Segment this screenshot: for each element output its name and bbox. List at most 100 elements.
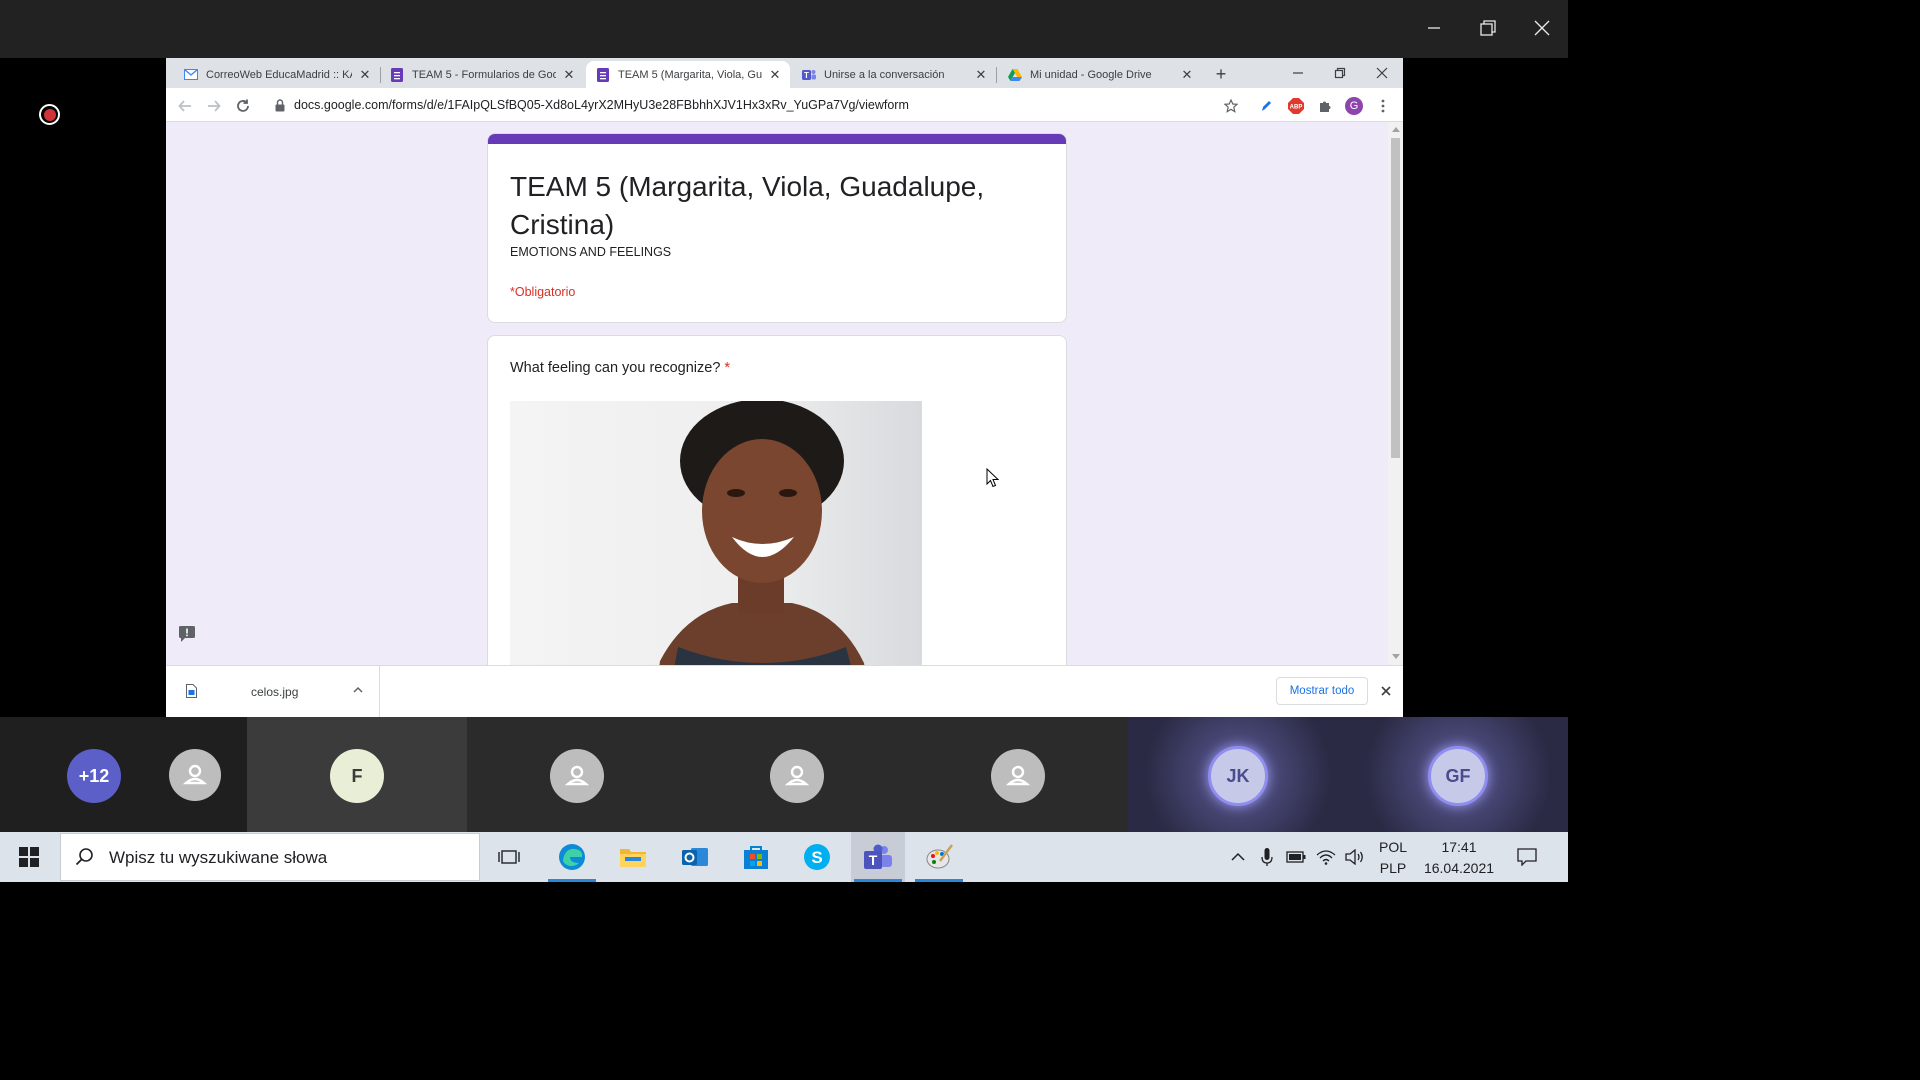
edge-icon[interactable]: [545, 832, 599, 882]
store-icon[interactable]: [729, 832, 783, 882]
tab-teams-join[interactable]: T Unirse a la conversación ✕: [792, 61, 996, 88]
minimize-icon[interactable]: [1284, 61, 1312, 85]
form-accent-bar: [488, 134, 1066, 144]
participant-tile[interactable]: GF: [1348, 717, 1568, 832]
participant-tile[interactable]: JK: [1128, 717, 1348, 832]
drive-icon: [1008, 68, 1022, 82]
keyboard-layout[interactable]: PLP: [1373, 860, 1413, 876]
avatar: [770, 749, 824, 803]
svg-text:T: T: [869, 852, 878, 868]
gmail-icon: [184, 68, 198, 82]
person-icon: [182, 764, 208, 785]
active-indicator: [854, 879, 902, 882]
chevron-up-icon[interactable]: [1228, 847, 1248, 867]
menu-kebab-icon[interactable]: [1373, 96, 1393, 116]
browser-toolbar: docs.google.com/forms/d/e/1FAIpQLSfBQ05-…: [166, 88, 1403, 122]
tab-correoweb[interactable]: CorreoWeb EducaMadrid :: KA ✕: [174, 61, 380, 88]
forms-icon: [596, 67, 610, 82]
restore-icon[interactable]: [1326, 61, 1354, 85]
pen-extension-icon[interactable]: [1256, 96, 1276, 116]
tab-title: Unirse a la conversación: [824, 68, 945, 81]
skype-icon[interactable]: S: [790, 832, 844, 882]
back-icon[interactable]: [174, 95, 196, 117]
paint-icon[interactable]: [912, 832, 966, 882]
person-icon: [564, 765, 590, 786]
tab-title: Mi unidad - Google Drive: [1030, 68, 1152, 81]
close-icon[interactable]: ✕: [1180, 67, 1194, 82]
download-item[interactable]: celos.jpg: [166, 666, 380, 717]
outlook-icon[interactable]: [668, 832, 722, 882]
file-icon: [186, 684, 197, 698]
recording-icon: [39, 104, 60, 125]
tab-google-drive[interactable]: Mi unidad - Google Drive ✕: [998, 61, 1202, 88]
new-tab-button[interactable]: +: [1211, 64, 1231, 84]
participant-tile[interactable]: +12: [0, 717, 247, 832]
windows-start-icon[interactable]: [6, 832, 52, 882]
address-bar[interactable]: docs.google.com/forms/d/e/1FAIpQLSfBQ05-…: [294, 98, 909, 112]
chevron-up-icon[interactable]: [352, 684, 364, 696]
tab-title: TEAM 5 - Formularios de Goog: [412, 68, 556, 81]
close-icon[interactable]: ✕: [358, 67, 372, 82]
participant-strip: +12 F JK GF: [0, 717, 1568, 832]
adblock-icon[interactable]: ABP: [1286, 96, 1306, 116]
forward-icon[interactable]: [203, 95, 225, 117]
avatar-initials: JK: [1226, 765, 1250, 786]
tab-divider: [996, 67, 997, 83]
reload-icon[interactable]: [232, 95, 254, 117]
task-view-icon[interactable]: [482, 832, 536, 882]
close-icon[interactable]: ✕: [974, 67, 988, 82]
overflow-avatar[interactable]: +12: [67, 749, 121, 803]
vertical-scrollbar[interactable]: [1388, 122, 1403, 665]
page-viewport: TEAM 5 (Margarita, Viola, Guadalupe, Cri…: [166, 122, 1388, 665]
form-title: TEAM 5 (Margarita, Viola, Guadalupe, Cri…: [510, 171, 985, 240]
profile-initial: G: [1349, 100, 1359, 112]
tab-team5-form[interactable]: TEAM 5 (Margarita, Viola, Gua ✕: [586, 61, 790, 88]
avatar-initials: F: [351, 765, 363, 786]
close-icon[interactable]: [1378, 683, 1394, 699]
taskbar-search-input[interactable]: Wpisz tu wyszukiwane słowa: [60, 833, 480, 881]
form-description: EMOTIONS AND FEELINGS: [510, 245, 672, 259]
participant-tile[interactable]: F: [247, 717, 467, 832]
question-card: What feeling can you recognize? *: [487, 335, 1067, 665]
avatar: [169, 749, 221, 801]
volume-icon[interactable]: [1345, 847, 1365, 867]
input-language[interactable]: POL: [1373, 839, 1413, 855]
meeting-top-bar: [0, 0, 1568, 58]
participant-tile[interactable]: [467, 717, 687, 832]
avatar: [550, 749, 604, 803]
restore-icon[interactable]: [1472, 12, 1504, 44]
participant-tile[interactable]: [687, 717, 908, 832]
tab-formularios[interactable]: TEAM 5 - Formularios de Goog ✕: [380, 61, 584, 88]
svg-text:S: S: [811, 848, 822, 867]
scroll-up-icon[interactable]: [1392, 127, 1400, 132]
close-icon[interactable]: ✕: [768, 67, 782, 82]
svg-text:ABP: ABP: [1290, 105, 1303, 111]
close-icon[interactable]: [1368, 61, 1396, 85]
scroll-down-icon[interactable]: [1392, 654, 1400, 659]
notifications-icon[interactable]: [1517, 847, 1537, 867]
file-explorer-icon[interactable]: [606, 832, 660, 882]
feedback-icon[interactable]: [178, 625, 196, 643]
wifi-icon[interactable]: [1316, 847, 1336, 867]
avatar: F: [330, 749, 384, 803]
bookmark-star-icon[interactable]: [1221, 96, 1241, 116]
minimize-icon[interactable]: [1418, 12, 1450, 44]
scrollbar-thumb[interactable]: [1391, 138, 1400, 458]
active-indicator: [915, 879, 963, 882]
forms-icon: [390, 67, 404, 82]
profile-avatar[interactable]: G: [1344, 96, 1364, 116]
show-all-button[interactable]: Mostrar todo: [1276, 677, 1368, 705]
microphone-icon[interactable]: [1257, 847, 1277, 867]
clock-date[interactable]: 16.04.2021: [1420, 860, 1498, 876]
avatar: [991, 749, 1045, 803]
clock-time[interactable]: 17:41: [1420, 839, 1498, 855]
participant-tile[interactable]: [908, 717, 1128, 832]
form-header-card: TEAM 5 (Margarita, Viola, Guadalupe, Cri…: [487, 133, 1067, 323]
search-placeholder: Wpisz tu wyszukiwane słowa: [109, 848, 328, 867]
close-icon[interactable]: ✕: [562, 67, 576, 82]
battery-icon[interactable]: [1286, 847, 1306, 867]
extensions-puzzle-icon[interactable]: [1315, 96, 1335, 116]
teams-icon[interactable]: T: [851, 832, 905, 882]
close-icon[interactable]: [1526, 12, 1558, 44]
avatar: JK: [1208, 746, 1268, 806]
